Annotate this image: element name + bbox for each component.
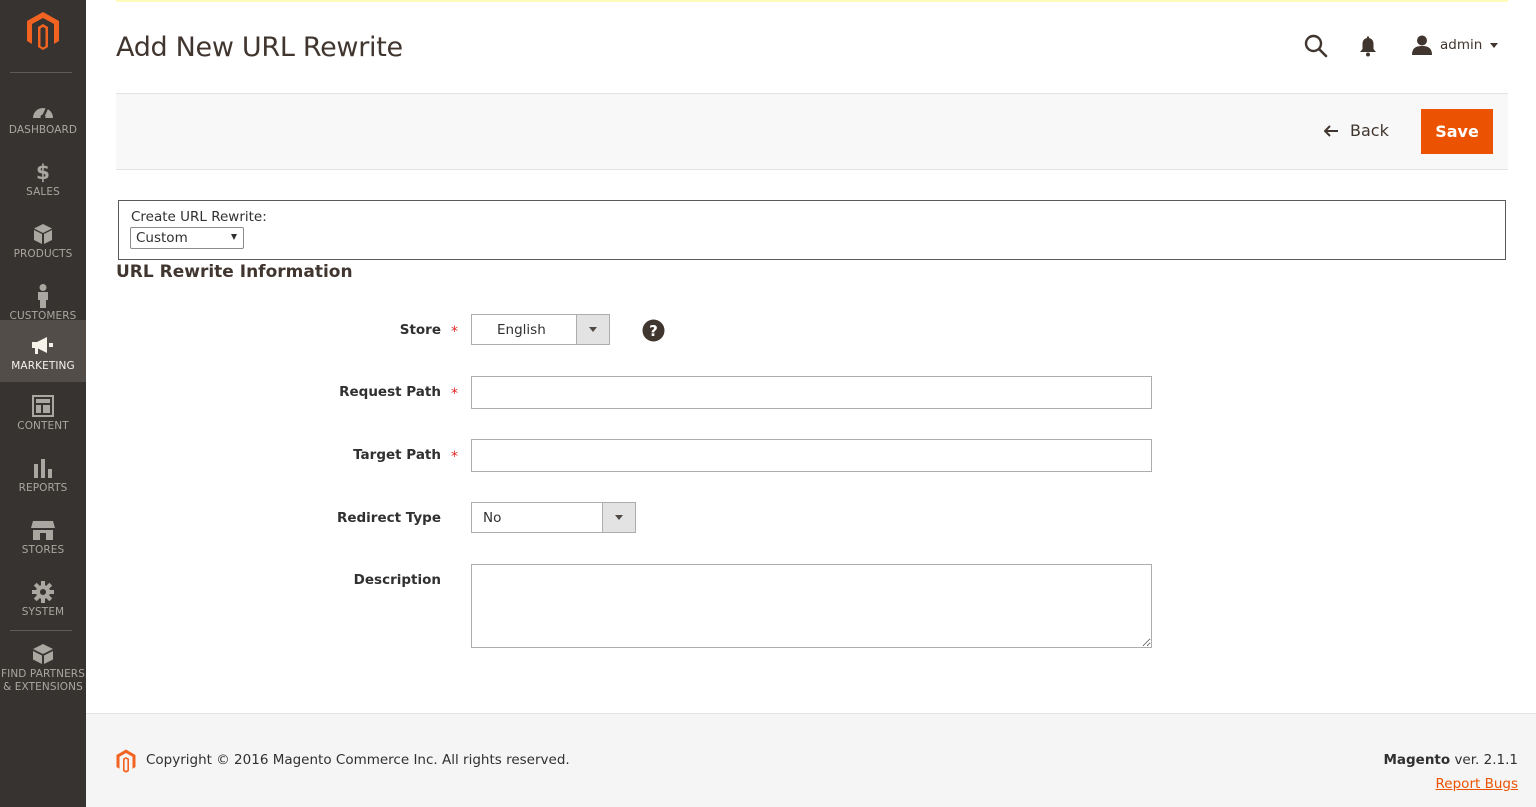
svg-text:?: ?	[649, 322, 658, 340]
copyright-text: Copyright © 2016 Magento Commerce Inc. A…	[146, 752, 570, 768]
box-icon	[31, 222, 55, 246]
chevron-down-icon	[615, 515, 623, 520]
redirect-type-label: Redirect Type	[336, 510, 441, 526]
sidebar-item-label: MARKETING	[11, 360, 75, 372]
top-highlight-line	[116, 0, 1508, 2]
gear-icon	[31, 580, 55, 604]
store-select-toggle[interactable]	[576, 315, 609, 344]
user-menu[interactable]: admin	[1412, 33, 1499, 57]
magento-logo[interactable]	[0, 0, 86, 62]
sidebar-item-label: DASHBOARD	[8, 124, 78, 136]
sidebar-item-find-partners[interactable]: FIND PARTNERS & EXTENSIONS	[0, 642, 86, 698]
store-help-button[interactable]: ?	[642, 319, 665, 342]
description-label: Description	[353, 572, 441, 588]
notifications-button[interactable]	[1358, 36, 1378, 58]
bell-icon	[1360, 36, 1376, 57]
page-actions-bar: Back Save	[116, 93, 1508, 170]
sidebar-divider	[10, 630, 72, 631]
sidebar-item-sales[interactable]: $ SALES	[0, 146, 86, 208]
required-mark: *	[451, 324, 458, 340]
store-select[interactable]: English	[471, 314, 610, 345]
sidebar-item-label: FIND PARTNERS & EXTENSIONS	[1, 668, 85, 693]
back-button-label: Back	[1350, 121, 1389, 140]
back-button[interactable]: Back	[1324, 121, 1389, 140]
search-button[interactable]	[1304, 34, 1328, 58]
sidebar-item-label: SALES	[26, 186, 60, 198]
storefront-icon	[31, 518, 55, 542]
create-url-rewrite-box: Create URL Rewrite: Custom	[118, 200, 1506, 260]
required-mark: *	[451, 386, 458, 402]
request-path-input[interactable]	[471, 376, 1152, 409]
partners-box-icon	[31, 642, 55, 666]
section-title: URL Rewrite Information	[116, 262, 353, 282]
create-url-rewrite-label: Create URL Rewrite:	[131, 209, 267, 225]
magento-logo-icon	[116, 749, 136, 773]
target-path-label: Target Path	[353, 447, 441, 463]
sidebar-divider	[10, 72, 72, 73]
create-url-rewrite-select[interactable]: Custom	[130, 227, 244, 249]
page-title: Add New URL Rewrite	[116, 32, 403, 63]
person-icon	[31, 284, 55, 308]
sidebar-item-label: PRODUCTS	[13, 248, 73, 260]
user-name: admin	[1440, 37, 1483, 53]
bar-chart-icon	[31, 456, 55, 480]
arrow-left-icon	[1324, 124, 1338, 137]
version-text: Magento ver. 2.1.1	[1383, 752, 1518, 768]
page-footer: Copyright © 2016 Magento Commerce Inc. A…	[86, 713, 1536, 807]
sidebar-item-reports[interactable]: REPORTS	[0, 456, 86, 518]
user-icon	[1412, 35, 1432, 55]
sidebar-item-stores[interactable]: STORES	[0, 518, 86, 580]
create-url-rewrite-value: Custom	[136, 230, 188, 246]
chevron-down-icon	[231, 234, 237, 240]
sidebar-item-label: CONTENT	[17, 420, 69, 432]
redirect-type-toggle[interactable]	[602, 503, 635, 532]
sidebar-item-products[interactable]: PRODUCTS	[0, 208, 86, 270]
sidebar-item-dashboard[interactable]: DASHBOARD	[0, 84, 86, 146]
search-icon	[1304, 34, 1328, 58]
chevron-down-icon	[1490, 42, 1499, 48]
report-bugs-link[interactable]: Report Bugs	[1436, 776, 1518, 792]
redirect-type-select[interactable]: No	[471, 502, 636, 533]
sidebar-item-label: STORES	[21, 544, 65, 556]
description-textarea[interactable]	[471, 564, 1152, 648]
sidebar-item-label: SYSTEM	[21, 606, 65, 618]
question-mark-icon: ?	[642, 319, 665, 342]
dollar-icon: $	[36, 160, 50, 184]
megaphone-icon	[31, 334, 55, 358]
target-path-input[interactable]	[471, 439, 1152, 472]
save-button[interactable]: Save	[1421, 109, 1493, 154]
request-path-label: Request Path	[339, 384, 441, 400]
dashboard-icon	[31, 98, 55, 122]
sidebar-item-content[interactable]: CONTENT	[0, 394, 86, 456]
store-label: Store	[399, 322, 441, 338]
store-select-value: English	[497, 321, 546, 338]
layout-icon	[31, 394, 55, 418]
sidebar-item-label: REPORTS	[18, 482, 68, 494]
required-mark: *	[451, 449, 458, 465]
sidebar-item-marketing[interactable]: MARKETING	[0, 320, 86, 382]
sidebar-item-system[interactable]: SYSTEM	[0, 580, 86, 642]
magento-logo-icon	[27, 12, 59, 50]
redirect-type-value: No	[483, 509, 502, 526]
chevron-down-icon	[589, 327, 597, 332]
admin-sidebar: DASHBOARD $ SALES PRODUCTS CUSTOMERS MAR…	[0, 0, 86, 807]
